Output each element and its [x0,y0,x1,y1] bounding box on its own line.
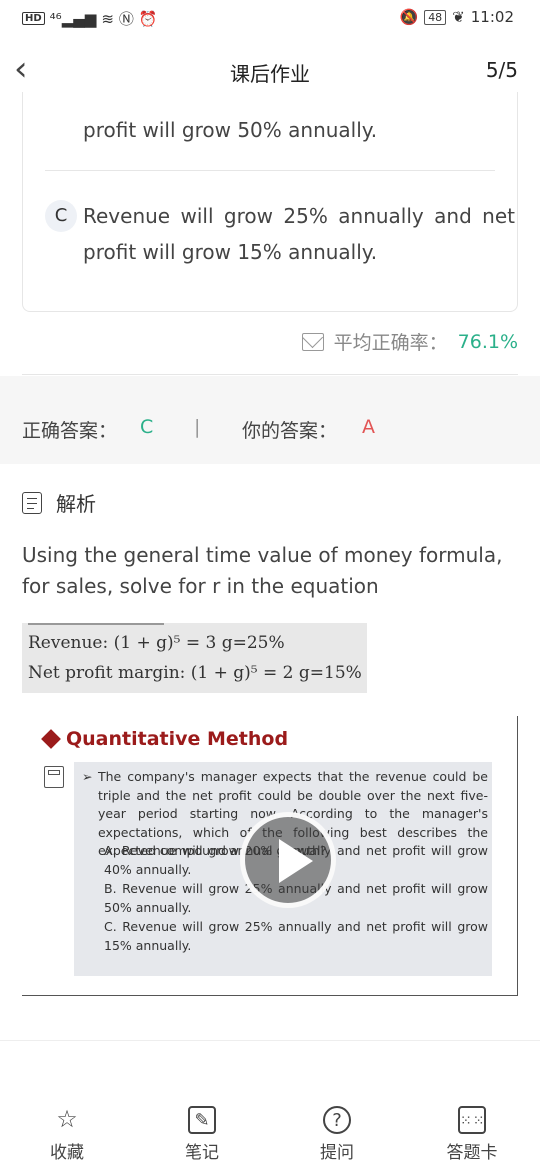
alarm-icon: ⏰ [138,9,158,28]
your-answer-label: 你的答案： [242,420,338,442]
slide-title: Quantitative Method [41,728,289,750]
divider [0,1040,540,1041]
diamond-icon [41,729,61,749]
option-c-badge: C [45,200,77,232]
accuracy-value: 76.1% [457,330,518,353]
mail-icon[interactable] [301,332,324,351]
play-button-icon[interactable] [240,812,336,908]
status-right: 🔕 48 ❦ 11:02 [400,8,515,26]
status-bar: HD ⁴⁶▂▄▆ ≋ Ⓝ ⏰ 🔕 48 ❦ 11:02 [0,0,540,36]
battery-indicator: 48 [424,9,447,25]
formula-image: Revenue: (1 + g)⁵ = 3 g=25% Net profit m… [22,623,367,693]
question-pager: 5/5 [485,58,518,82]
nav-answer-card[interactable]: ⁙⁙ 答题卡 [432,1106,512,1163]
nav-notes-label: 笔记 [185,1143,219,1163]
nfc-icon: Ⓝ [118,10,134,28]
analysis-doc-icon [22,491,42,514]
slide-option-c: C. Revenue will grow 25% annually and ne… [104,919,488,953]
analysis-text: Using the general time value of money fo… [22,543,503,598]
slide-title-text: Quantitative Method [66,728,289,750]
nav-ask[interactable]: ? 提问 [297,1106,377,1163]
page-title: 课后作业 [230,62,310,86]
option-divider [45,170,495,171]
status-left: HD ⁴⁶▂▄▆ ≋ Ⓝ ⏰ [22,8,158,29]
analysis-title: 解析 [56,492,96,516]
divider [22,374,518,375]
formula-net-profit: Net profit margin: (1 + g)⁵ = 2 g=15% [28,663,362,683]
question-icon: ? [323,1106,351,1134]
formula-revenue: Revenue: (1 + g)⁵ = 3 g=25% [28,633,285,653]
answer-band: 正确答案： C | 你的答案： A [0,376,540,464]
note-icon: ✎ [188,1106,216,1134]
hd-icon: HD [22,12,45,25]
leaf-icon: ❦ [452,8,465,26]
answer-card-icon: ⁙⁙ [458,1106,486,1134]
calculator-icon [44,766,64,788]
nav-ask-label: 提问 [320,1143,354,1163]
bottom-nav: ☆ 收藏 ✎ 笔记 ? 提问 ⁙⁙ 答题卡 [0,1100,540,1170]
star-icon: ☆ [56,1105,78,1133]
lecture-slide-video[interactable]: Quantitative Method ➢ The company's mana… [22,716,518,996]
options-card: profit will grow 50% annually. C Revenue… [22,92,518,312]
accuracy-label: 平均正确率： [333,332,448,354]
mute-icon: 🔕 [399,8,419,26]
correct-answer-label: 正确答案： [22,420,118,442]
bullet-arrow-icon: ➢ [82,769,93,784]
nav-notes[interactable]: ✎ 笔记 [162,1106,242,1163]
signal-icon: ⁴⁶▂▄▆ [49,9,97,28]
formula-top-rule [28,623,164,625]
nav-favorite-label: 收藏 [50,1143,84,1163]
status-time: 11:02 [470,8,514,26]
answer-separator: | [194,416,201,438]
option-c-text: Revenue will grow 25% annually and net p… [83,204,515,264]
nav-answer-card-label: 答题卡 [446,1143,498,1163]
correct-answer-value: C [140,416,154,438]
nav-favorite[interactable]: ☆ 收藏 [27,1106,107,1163]
your-answer-value: A [362,416,375,438]
option-b-text-tail[interactable]: profit will grow 50% annually. [83,112,377,148]
accuracy-rate: 平均正确率： 76.1% [301,328,518,355]
analysis-heading: 解析 [22,488,96,517]
wifi-icon: ≋ [101,9,114,28]
